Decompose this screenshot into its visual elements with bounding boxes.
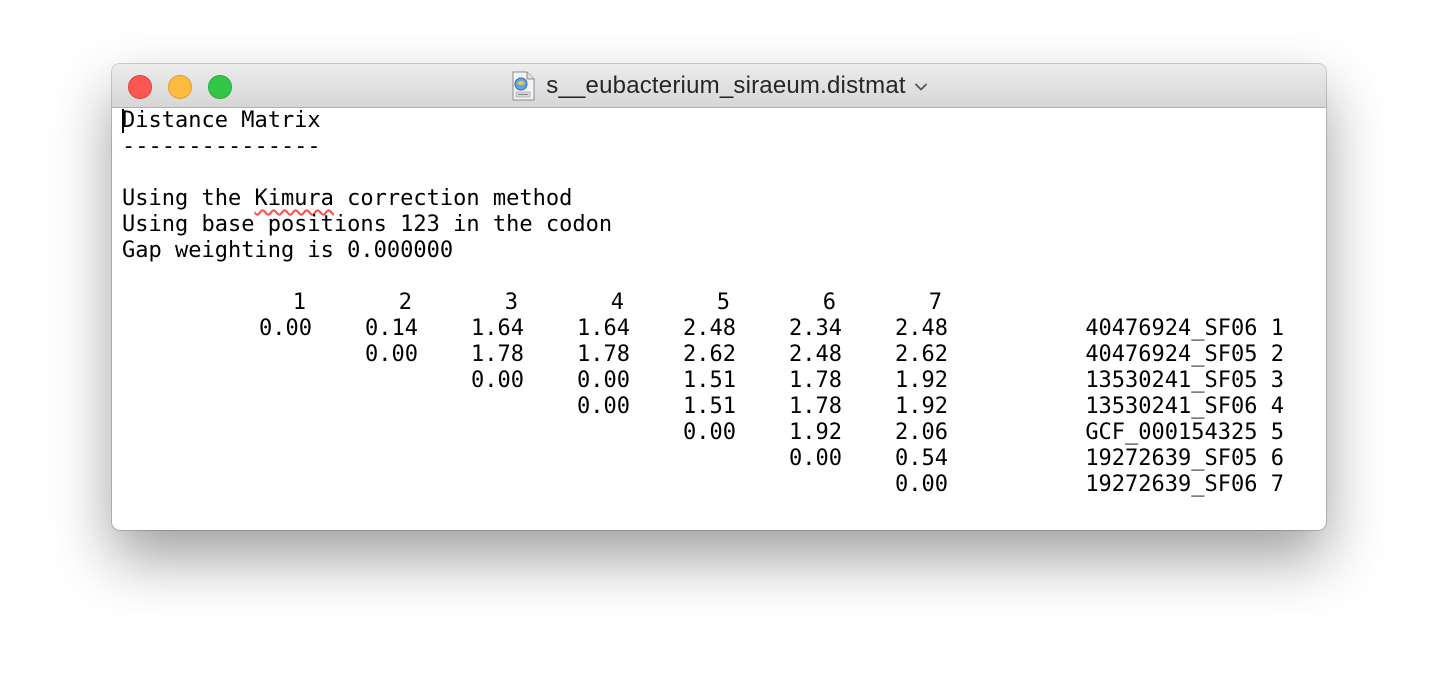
matrix-cell: 1.92 xyxy=(895,394,948,419)
matrix-cell: 0.00 xyxy=(577,368,630,393)
matrix-cell: 2.62 xyxy=(683,342,736,367)
matrix-cell: 0.00 xyxy=(895,472,948,497)
misspelled-word[interactable]: Kimura xyxy=(254,186,333,211)
matrix-cell: 2.34 xyxy=(789,316,842,341)
title-bar[interactable]: s__eubacterium_siraeum.distmat xyxy=(112,64,1326,108)
matrix-cell: 0.00 xyxy=(259,316,312,341)
matrix-cell: 0.00 xyxy=(577,394,630,419)
method-suffix: correction method xyxy=(333,186,573,211)
matrix-cell: 1.92 xyxy=(895,368,948,393)
matrix-cell: 0.00 xyxy=(471,368,524,393)
matrix-column-header: 4 xyxy=(610,290,624,315)
matrix-column-header: 3 xyxy=(504,290,518,315)
matrix-cell: 2.06 xyxy=(895,420,948,445)
matrix-cell: 2.48 xyxy=(683,316,736,341)
matrix-cell: 0.00 xyxy=(683,420,736,445)
document-icon xyxy=(512,71,535,101)
matrix-column-header: 5 xyxy=(716,290,730,315)
matrix-cell: 1.64 xyxy=(577,316,630,341)
doc-method-line: Using the Kimura correction method xyxy=(122,186,572,212)
matrix-row-label: 40476924_SF05 2 xyxy=(1085,342,1284,367)
method-prefix: Using the xyxy=(122,186,255,211)
matrix-cell: 1.78 xyxy=(789,394,842,419)
matrix-cell: 0.00 xyxy=(365,342,418,367)
matrix-cell: 0.14 xyxy=(365,316,418,341)
matrix-cell: 0.00 xyxy=(789,446,842,471)
window-title-group[interactable]: s__eubacterium_siraeum.distmat xyxy=(112,64,1326,108)
matrix-column-header: 7 xyxy=(928,290,942,315)
matrix-cell: 2.62 xyxy=(895,342,948,367)
doc-gap-line: Gap weighting is 0.000000 xyxy=(122,238,454,263)
matrix-cell: 2.48 xyxy=(789,342,842,367)
matrix-cell: 1.51 xyxy=(683,394,736,419)
matrix-row-label: GCF_000154325 5 xyxy=(1085,420,1284,445)
matrix-row-label: 13530241_SF05 3 xyxy=(1085,368,1284,393)
matrix-cell: 0.54 xyxy=(895,446,948,471)
matrix-cell: 2.48 xyxy=(895,316,948,341)
matrix-cell: 1.78 xyxy=(577,342,630,367)
matrix-cell: 1.78 xyxy=(471,342,524,367)
matrix-row-label: 19272639_SF05 6 xyxy=(1085,446,1284,471)
matrix-cell: 1.92 xyxy=(789,420,842,445)
matrix-cell: 1.51 xyxy=(683,368,736,393)
matrix-row-label: 13530241_SF06 4 xyxy=(1085,394,1284,419)
matrix-row-label: 40476924_SF06 1 xyxy=(1085,316,1284,341)
matrix-column-header: 6 xyxy=(822,290,836,315)
matrix-cell: 1.64 xyxy=(471,316,524,341)
matrix-column-header: 2 xyxy=(398,290,412,315)
chevron-down-icon[interactable] xyxy=(914,80,928,94)
text-editor-window: s__eubacterium_siraeum.distmat Distance … xyxy=(112,64,1326,530)
matrix-column-header: 1 xyxy=(292,290,306,315)
matrix-row-label: 19272639_SF06 7 xyxy=(1085,472,1284,497)
window-title: s__eubacterium_siraeum.distmat xyxy=(546,72,906,99)
matrix-cell: 1.78 xyxy=(789,368,842,393)
document-text-area[interactable]: Distance Matrix --------------- Using th… xyxy=(122,108,1326,530)
doc-positions-line: Using base positions 123 in the codon xyxy=(122,212,613,237)
doc-heading-rule: --------------- xyxy=(122,134,321,159)
doc-heading: Distance Matrix xyxy=(122,108,321,133)
